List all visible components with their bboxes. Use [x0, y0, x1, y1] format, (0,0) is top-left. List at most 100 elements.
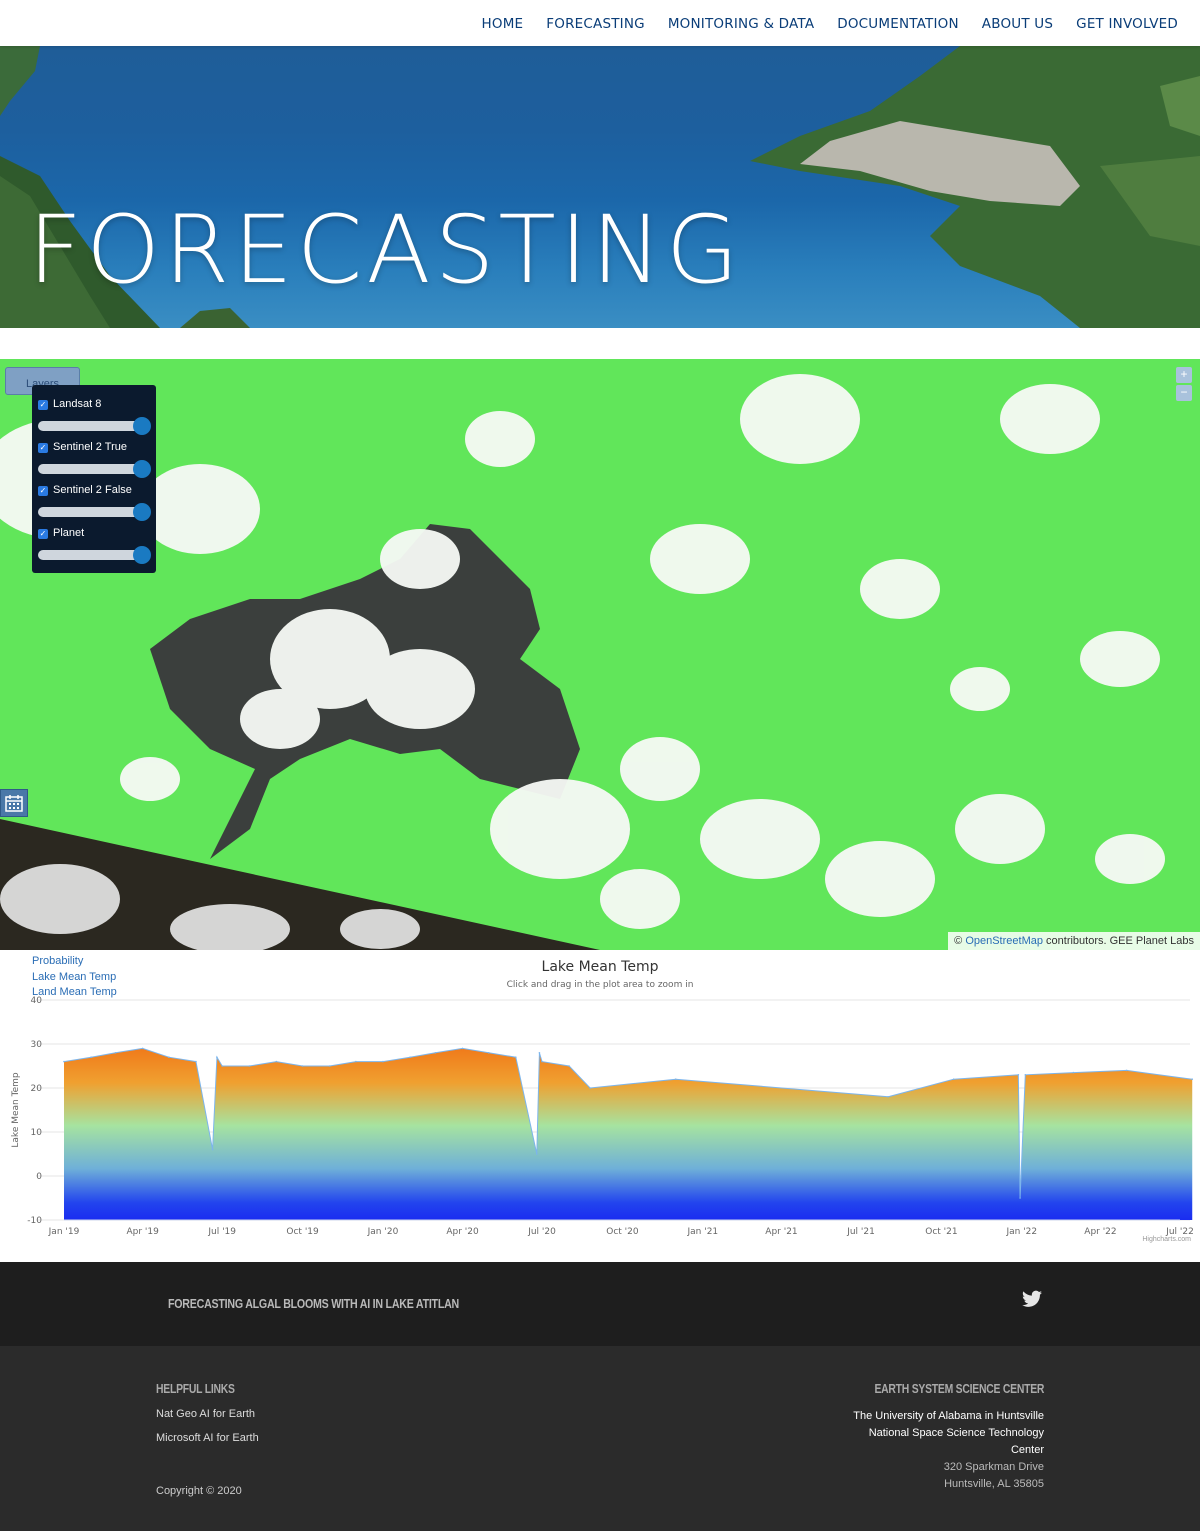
layer-checkbox[interactable]: ✓	[38, 486, 48, 496]
nav-get-involved[interactable]: GET INVOLVED	[1076, 16, 1178, 32]
x-tick-label: Jan '21	[687, 1227, 719, 1237]
link-microsoft[interactable]: Microsoft AI for Earth	[156, 1432, 259, 1444]
data-point[interactable]	[216, 1056, 218, 1058]
data-point[interactable]	[1019, 1197, 1021, 1199]
x-tick-label: Jul '20	[527, 1227, 556, 1237]
slider-thumb[interactable]	[133, 417, 151, 435]
x-tick-label: Apr '19	[126, 1227, 159, 1237]
link-natgeo[interactable]: Nat Geo AI for Earth	[156, 1408, 259, 1420]
map-attribution: © OpenStreetMap contributors. GEE Planet…	[948, 932, 1200, 950]
data-point[interactable]	[382, 1060, 384, 1063]
slider-thumb[interactable]	[133, 503, 151, 521]
zoom-out-button[interactable]: −	[1176, 385, 1192, 401]
layer-label: Landsat 8	[53, 398, 102, 410]
data-point[interactable]	[515, 1056, 517, 1058]
data-point[interactable]	[90, 1056, 92, 1058]
layer-planet: ✓ Planet	[38, 522, 151, 565]
x-tick-label: Jan '22	[1005, 1227, 1037, 1237]
top-navigation: HOME FORECASTING MONITORING & DATA DOCUM…	[0, 0, 1200, 46]
zoom-in-button[interactable]: +	[1176, 367, 1192, 383]
data-point[interactable]	[211, 1148, 214, 1151]
data-point[interactable]	[887, 1096, 889, 1098]
data-point[interactable]	[1024, 1074, 1027, 1076]
data-point[interactable]	[674, 1078, 677, 1080]
data-point[interactable]	[568, 1065, 570, 1067]
layer-checkbox[interactable]: ✓	[38, 529, 48, 539]
nav-about-us[interactable]: ABOUT US	[982, 16, 1053, 32]
data-point[interactable]	[248, 1065, 251, 1067]
data-point[interactable]	[589, 1087, 591, 1089]
opacity-slider[interactable]	[38, 417, 151, 435]
layer-label: Planet	[53, 527, 85, 539]
x-tick-label: Oct '19	[286, 1227, 319, 1237]
data-point[interactable]	[461, 1047, 464, 1050]
helpful-links-heading: HELPFUL LINKS	[156, 1381, 235, 1396]
data-point[interactable]	[328, 1065, 331, 1067]
twitter-icon[interactable]	[1022, 1290, 1042, 1308]
x-tick-label: Oct '20	[606, 1227, 639, 1237]
data-point[interactable]	[301, 1065, 304, 1067]
layer-checkbox[interactable]: ✓	[38, 443, 48, 453]
y-tick-label: -10	[27, 1216, 42, 1226]
data-point[interactable]	[221, 1065, 223, 1067]
layer-label: Sentinel 2 False	[53, 484, 132, 496]
org-line-1: The University of Alabama in Huntsville	[853, 1410, 1044, 1422]
org-section: EARTH SYSTEM SCIENCE CENTER The Universi…	[832, 1381, 1044, 1493]
footer-tagline: FORECASTING ALGAL BLOOMS WITH AI IN LAKE…	[168, 1296, 459, 1311]
copyright: Copyright © 2020	[156, 1485, 242, 1497]
opacity-slider[interactable]	[38, 460, 151, 478]
x-tick-label: Apr '22	[1084, 1227, 1116, 1237]
opacity-slider[interactable]	[38, 546, 151, 564]
data-point[interactable]	[1072, 1071, 1075, 1074]
org-heading: EARTH SYSTEM SCIENCE CENTER	[874, 1381, 1044, 1396]
data-point[interactable]	[434, 1052, 437, 1054]
y-tick-label: 20	[31, 1084, 43, 1094]
data-point[interactable]	[168, 1056, 170, 1058]
slider-thumb[interactable]	[133, 460, 151, 478]
y-axis-title: Lake Mean Temp	[11, 1072, 21, 1147]
org-line-3: Center	[1010, 1444, 1044, 1456]
x-tick-label: Apr '20	[446, 1227, 479, 1237]
x-tick-label: Oct '21	[925, 1227, 957, 1237]
layer-checkbox[interactable]: ✓	[38, 400, 48, 410]
y-tick-label: 30	[31, 1040, 43, 1050]
data-point[interactable]	[141, 1047, 144, 1050]
data-point[interactable]	[275, 1060, 278, 1063]
calendar-icon[interactable]	[0, 789, 28, 817]
address-line-2: Huntsville, AL 35805	[944, 1478, 1044, 1490]
data-point[interactable]	[355, 1060, 357, 1063]
data-point[interactable]	[409, 1056, 411, 1058]
slider-thumb[interactable]	[133, 546, 151, 564]
data-point[interactable]	[114, 1052, 117, 1054]
osm-link[interactable]: OpenStreetMap	[965, 935, 1043, 947]
satellite-map[interactable]: Layers ✓ Landsat 8 ✓ Sentinel 2 True ✓ S…	[0, 359, 1200, 950]
nav-home[interactable]: HOME	[482, 16, 524, 32]
satellite-imagery	[0, 359, 1200, 950]
y-tick-label: 40	[31, 996, 43, 1006]
data-point[interactable]	[63, 1060, 65, 1063]
layers-panel: ✓ Landsat 8 ✓ Sentinel 2 True ✓ Sentinel…	[32, 385, 156, 573]
data-point[interactable]	[487, 1052, 490, 1054]
layer-label: Sentinel 2 True	[53, 441, 127, 453]
lake-temp-chart[interactable]: 40 30 20 10 0 -10 Lake Mean Temp Jan '19 Apr '19…	[0, 950, 1200, 1250]
org-line-2: National Space Science Technology	[868, 1427, 1044, 1439]
address-line-1: 320 Sparkman Drive	[943, 1461, 1044, 1473]
data-point[interactable]	[952, 1078, 955, 1080]
chart-credits[interactable]: Highcharts.com	[1142, 1236, 1191, 1243]
attribution-suffix: contributors. GEE Planet Labs	[1046, 935, 1194, 947]
layer-sentinel-2-false: ✓ Sentinel 2 False	[38, 479, 151, 522]
data-point[interactable]	[1017, 1074, 1020, 1076]
data-point[interactable]	[1125, 1069, 1128, 1072]
opacity-slider[interactable]	[38, 503, 151, 521]
data-point[interactable]	[538, 1052, 541, 1054]
nav-monitoring-data[interactable]: MONITORING & DATA	[668, 16, 814, 32]
chart-container[interactable]: Probability Lake Mean Temp Land Mean Tem…	[0, 950, 1200, 1250]
zoom-controls: + −	[1176, 367, 1192, 403]
data-point[interactable]	[195, 1060, 197, 1063]
nav-documentation[interactable]: DOCUMENTATION	[837, 16, 959, 32]
data-point[interactable]	[1191, 1078, 1194, 1080]
data-point[interactable]	[535, 1153, 538, 1155]
data-point[interactable]	[541, 1060, 543, 1063]
attribution-prefix: ©	[954, 935, 963, 947]
nav-forecasting[interactable]: FORECASTING	[546, 16, 645, 32]
